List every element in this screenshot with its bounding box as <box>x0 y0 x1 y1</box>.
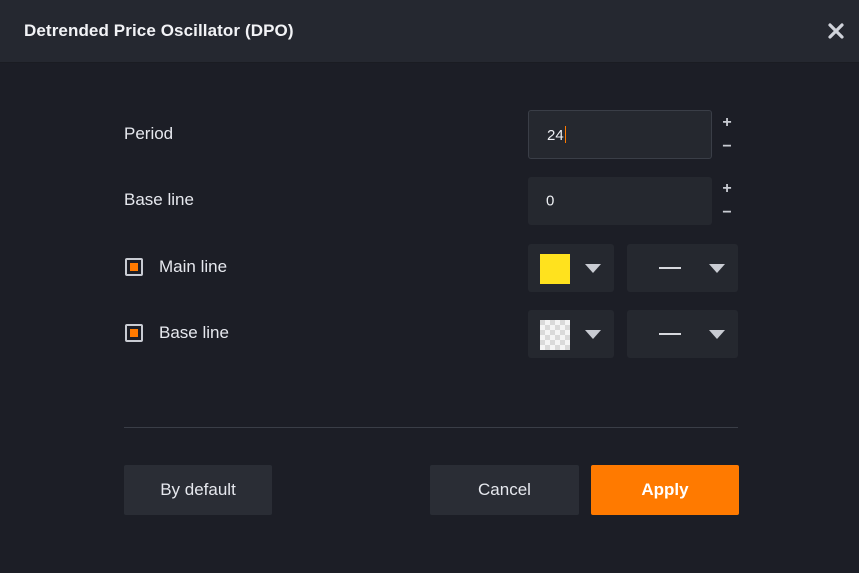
period-decrement-button[interactable]: − <box>715 135 739 159</box>
minus-icon: − <box>722 138 732 155</box>
checkbox-mark <box>130 263 138 271</box>
chevron-down-icon <box>585 264 601 273</box>
base-line-label: Base line <box>159 323 229 342</box>
dialog-title: Detrended Price Oscillator (DPO) <box>24 21 294 40</box>
base-line-style-picker[interactable] <box>627 310 738 358</box>
main-line-style-picker[interactable] <box>627 244 738 292</box>
main-line-label: Main line <box>159 257 228 276</box>
period-stepper: + − <box>715 111 739 159</box>
main-line-checkbox[interactable] <box>125 258 143 276</box>
base-value-label: Base line <box>124 190 194 209</box>
dialog-titlebar: Detrended Price Oscillator (DPO) <box>0 0 859 63</box>
base-value-value: 0 <box>546 192 555 210</box>
transparent-color-swatch <box>540 320 570 350</box>
base-value-stepper: + − <box>715 177 739 225</box>
chevron-down-icon <box>709 330 725 339</box>
period-label: Period <box>124 124 174 143</box>
chevron-down-icon <box>585 330 601 339</box>
by-default-button[interactable]: By default <box>124 465 272 515</box>
main-line-color-swatch <box>540 254 570 284</box>
period-value: 24 <box>547 125 566 144</box>
main-line-color-picker[interactable] <box>528 244 614 292</box>
solid-line-icon <box>659 267 681 269</box>
base-line-checkbox[interactable] <box>125 324 143 342</box>
solid-line-icon <box>659 333 681 335</box>
period-increment-button[interactable]: + <box>715 111 739 135</box>
base-line-color-picker[interactable] <box>528 310 614 358</box>
plus-icon: + <box>722 180 732 197</box>
plus-icon: + <box>722 114 732 131</box>
close-icon <box>828 23 844 39</box>
base-value-increment-button[interactable]: + <box>715 177 739 201</box>
base-value-decrement-button[interactable]: − <box>715 201 739 225</box>
cancel-button[interactable]: Cancel <box>430 465 579 515</box>
period-input[interactable]: 24 <box>528 110 712 159</box>
close-button[interactable] <box>826 21 846 41</box>
apply-button[interactable]: Apply <box>591 465 739 515</box>
divider <box>124 427 738 428</box>
checkbox-mark <box>130 329 138 337</box>
minus-icon: − <box>722 204 732 221</box>
base-value-input[interactable]: 0 <box>528 177 712 225</box>
chevron-down-icon <box>709 264 725 273</box>
